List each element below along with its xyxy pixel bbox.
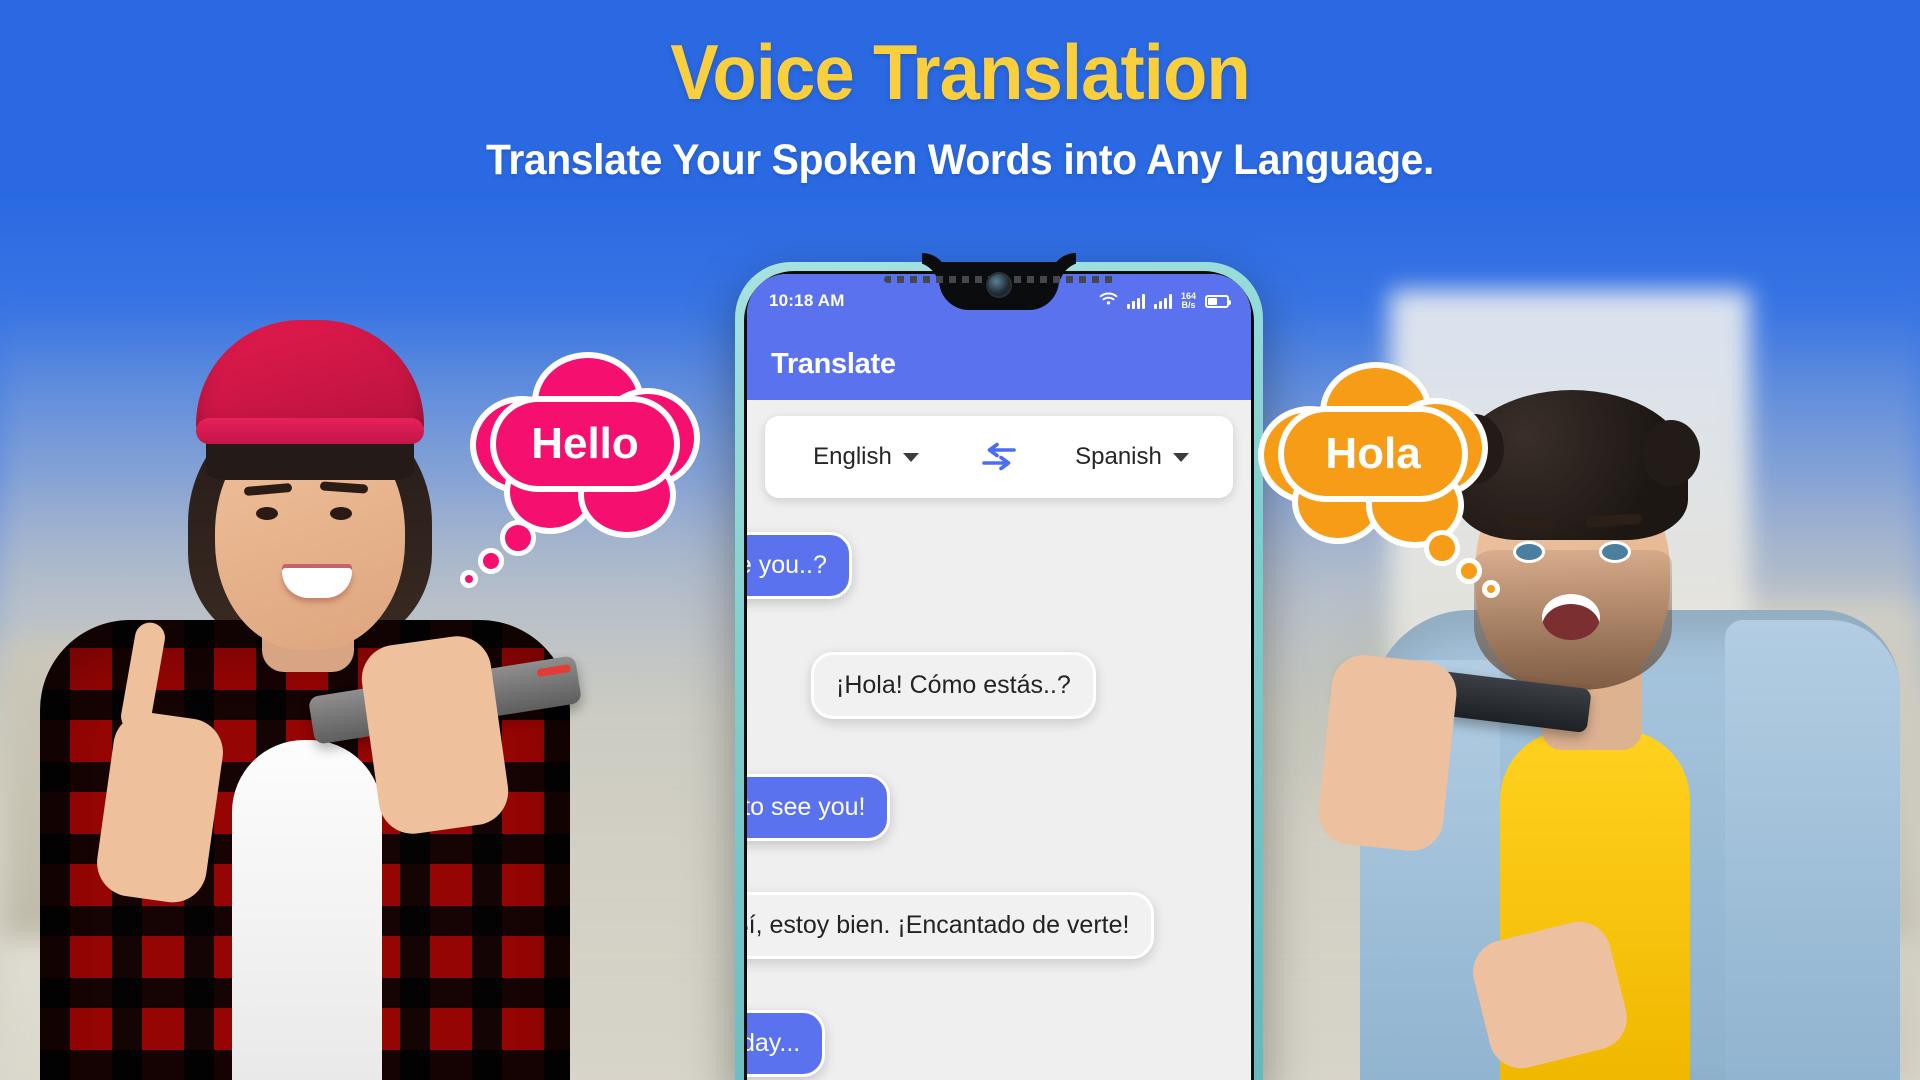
- chevron-down-icon: [1172, 452, 1189, 462]
- battery-icon: [1205, 294, 1231, 308]
- cloud-text-hello: Hello: [490, 396, 680, 492]
- woman-eye-right: [330, 507, 352, 520]
- front-camera-icon: [988, 274, 1010, 296]
- chevron-down-icon: [902, 452, 919, 462]
- thought-cloud-hello: Hello: [460, 352, 700, 588]
- man-eye-left: [1516, 544, 1542, 560]
- chat-bubble-outgoing[interactable]: yes, i am fine Nice to see you!: [747, 774, 891, 841]
- cloud-text-hola: Hola: [1278, 406, 1468, 502]
- thought-cloud-hola: Hola: [1258, 362, 1500, 598]
- man-denim-panel-right: [1725, 620, 1900, 1080]
- woman-eye-left: [256, 507, 278, 520]
- cloud-tail-dot: [1424, 530, 1460, 566]
- chat-bubble-incoming[interactable]: ¡Hola! Cómo estás..?: [811, 652, 1096, 719]
- signal-bars-icon-2: [1153, 293, 1172, 309]
- cloud-tail-dot: [460, 570, 478, 588]
- status-bar-icons: 164 B/s: [1099, 291, 1231, 311]
- chat-bubble-outgoing[interactable]: Have a nice day...: [747, 1010, 826, 1077]
- woman-white-tshirt: [232, 740, 382, 1080]
- data-rate-indicator: 164 B/s: [1181, 291, 1196, 311]
- app-bar-title: Translate: [771, 347, 896, 380]
- app-bar: Translate: [747, 328, 1251, 400]
- swap-arrows-icon: [982, 442, 1016, 471]
- target-language-label: Spanish: [1075, 443, 1162, 470]
- target-language-dropdown[interactable]: Spanish: [1031, 443, 1233, 471]
- language-selector-bar: English Spanish: [765, 416, 1233, 498]
- man-eye-right: [1602, 544, 1628, 560]
- status-bar-time: 10:18 AM: [769, 291, 845, 310]
- data-rate-unit: B/s: [1181, 300, 1196, 310]
- man-curly-hair: [1444, 390, 1700, 540]
- swap-languages-button[interactable]: [967, 440, 1031, 474]
- woman-red-beanie: [196, 320, 424, 444]
- cloud-tail-dot: [500, 520, 536, 556]
- cloud-tail-dot: [1456, 558, 1482, 584]
- source-language-dropdown[interactable]: English: [765, 443, 967, 471]
- phone-screen: 10:18 AM 164 B/s Translate English Spani…: [747, 274, 1251, 1080]
- wifi-icon: [1099, 291, 1118, 311]
- chat-bubble-incoming[interactable]: Sí, estoy bien. ¡Encantado de verte!: [747, 892, 1155, 959]
- phone-mockup: 10:18 AM 164 B/s Translate English Spani…: [735, 262, 1263, 1080]
- source-language-label: English: [813, 443, 892, 470]
- man-hand-upper: [1315, 651, 1460, 855]
- conversation-list: Hello! how are you..? ¡Hola! Cómo estás.…: [747, 512, 1251, 1080]
- woman-hand-right: [357, 631, 513, 839]
- cloud-tail-dot: [1482, 580, 1500, 598]
- signal-bars-icon-1: [1126, 293, 1145, 309]
- man-mouth: [1542, 594, 1600, 640]
- cloud-tail-dot: [478, 548, 504, 574]
- chat-bubble-outgoing[interactable]: Hello! how are you..?: [747, 532, 852, 599]
